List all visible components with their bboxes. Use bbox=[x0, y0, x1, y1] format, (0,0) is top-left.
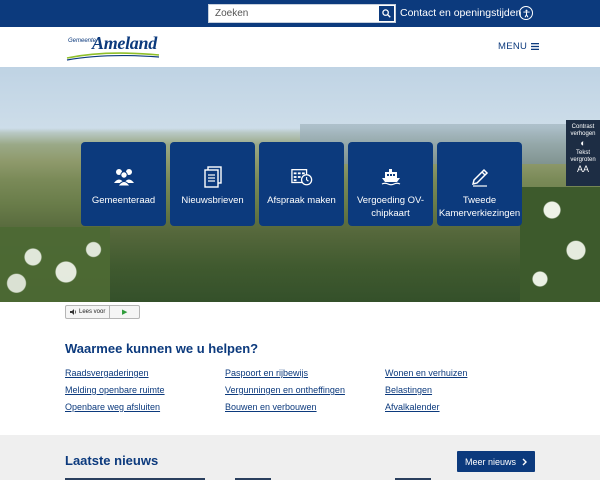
tile-nieuwsbrieven[interactable]: Nieuwsbrieven bbox=[170, 142, 255, 226]
contrast-toggle[interactable]: Contrast verhogen ◐ bbox=[566, 124, 600, 148]
help-link[interactable]: Afvalkalender bbox=[385, 402, 545, 413]
help-link[interactable]: Vergunningen en ontheffingen bbox=[225, 385, 385, 396]
read-aloud-label: Lees voor bbox=[79, 309, 106, 315]
pencil-icon bbox=[469, 166, 491, 188]
logo[interactable]: Gemeente Ameland bbox=[66, 32, 166, 62]
logo-swoosh-icon bbox=[66, 52, 160, 61]
tile-tweede-kamerverkiezingen[interactable]: Tweede Kamerverkiezingen bbox=[437, 142, 522, 226]
help-links: Raadsvergaderingen Paspoort en rijbewijs… bbox=[65, 368, 545, 413]
people-icon bbox=[113, 166, 135, 188]
play-icon: ▶ bbox=[121, 309, 128, 316]
help-link[interactable]: Paspoort en rijbewijs bbox=[225, 368, 385, 379]
more-news-label: Meer nieuws bbox=[464, 456, 517, 467]
hero-flowers-left bbox=[0, 227, 110, 302]
text-size-icon: AA bbox=[576, 164, 589, 174]
tile-vergoeding-ov-chipkaart[interactable]: Vergoeding OV-chipkaart bbox=[348, 142, 433, 226]
hero-image: Gemeenteraad Nieuwsbrieven Afspraak make… bbox=[0, 67, 600, 302]
help-link[interactable]: Wonen en verhuizen bbox=[385, 368, 545, 379]
menu-button[interactable]: MENU bbox=[498, 41, 540, 52]
text-size-label: Tekst vergroten bbox=[570, 150, 596, 163]
chevron-right-icon bbox=[522, 458, 528, 465]
tile-label: Nieuwsbrieven bbox=[181, 195, 244, 206]
documents-icon bbox=[202, 166, 224, 188]
contrast-label: Contrast verhogen bbox=[570, 124, 596, 137]
more-news-button[interactable]: Meer nieuws bbox=[457, 451, 535, 472]
quick-tiles: Gemeenteraad Nieuwsbrieven Afspraak make… bbox=[81, 142, 522, 226]
contrast-icon: ◐ bbox=[580, 138, 586, 148]
help-link[interactable]: Bouwen en verbouwen bbox=[225, 402, 385, 413]
tile-gemeenteraad[interactable]: Gemeenteraad bbox=[81, 142, 166, 226]
menu-label: MENU bbox=[498, 41, 528, 52]
hero-flowers-right bbox=[520, 187, 600, 302]
contact-link[interactable]: Contact en openingstijden bbox=[400, 7, 521, 19]
search-icon bbox=[382, 9, 391, 18]
tile-label: Tweede Kamerverkiezingen bbox=[438, 195, 521, 219]
tile-label: Afspraak maken bbox=[267, 195, 336, 206]
speaker-icon bbox=[70, 309, 76, 315]
help-link[interactable]: Belastingen bbox=[385, 385, 545, 396]
hamburger-icon bbox=[531, 43, 540, 50]
accessibility-icon[interactable] bbox=[519, 6, 533, 20]
read-aloud-widget[interactable]: Lees voor ▶ bbox=[65, 305, 140, 319]
help-link[interactable]: Openbare weg afsluiten bbox=[65, 402, 225, 413]
tile-label: Gemeenteraad bbox=[91, 195, 156, 206]
news-section: Laatste nieuws Meer nieuws bbox=[0, 435, 600, 480]
tile-afspraak-maken[interactable]: Afspraak maken bbox=[259, 142, 344, 226]
search-button[interactable] bbox=[378, 5, 395, 22]
search-input[interactable] bbox=[209, 5, 378, 22]
read-aloud-label-area: Lees voor bbox=[66, 306, 111, 318]
accessibility-tools: Contrast verhogen ◐ Tekst vergroten AA bbox=[566, 120, 600, 186]
site-header: Gemeente Ameland MENU bbox=[0, 27, 600, 67]
news-section-title: Laatste nieuws bbox=[65, 453, 159, 468]
ferry-icon bbox=[380, 166, 402, 188]
play-button[interactable]: ▶ bbox=[110, 308, 139, 316]
text-size-toggle[interactable]: Tekst vergroten AA bbox=[566, 150, 600, 174]
top-bar: Contact en openingstijden bbox=[0, 0, 600, 27]
tile-label: Vergoeding OV-chipkaart bbox=[356, 195, 425, 219]
help-link[interactable]: Melding openbare ruimte bbox=[65, 385, 225, 396]
help-link[interactable]: Raadsvergaderingen bbox=[65, 368, 225, 379]
calendar-clock-icon bbox=[290, 166, 313, 188]
help-section-title: Waarmee kunnen we u helpen? bbox=[65, 341, 259, 356]
search-box bbox=[208, 4, 396, 23]
